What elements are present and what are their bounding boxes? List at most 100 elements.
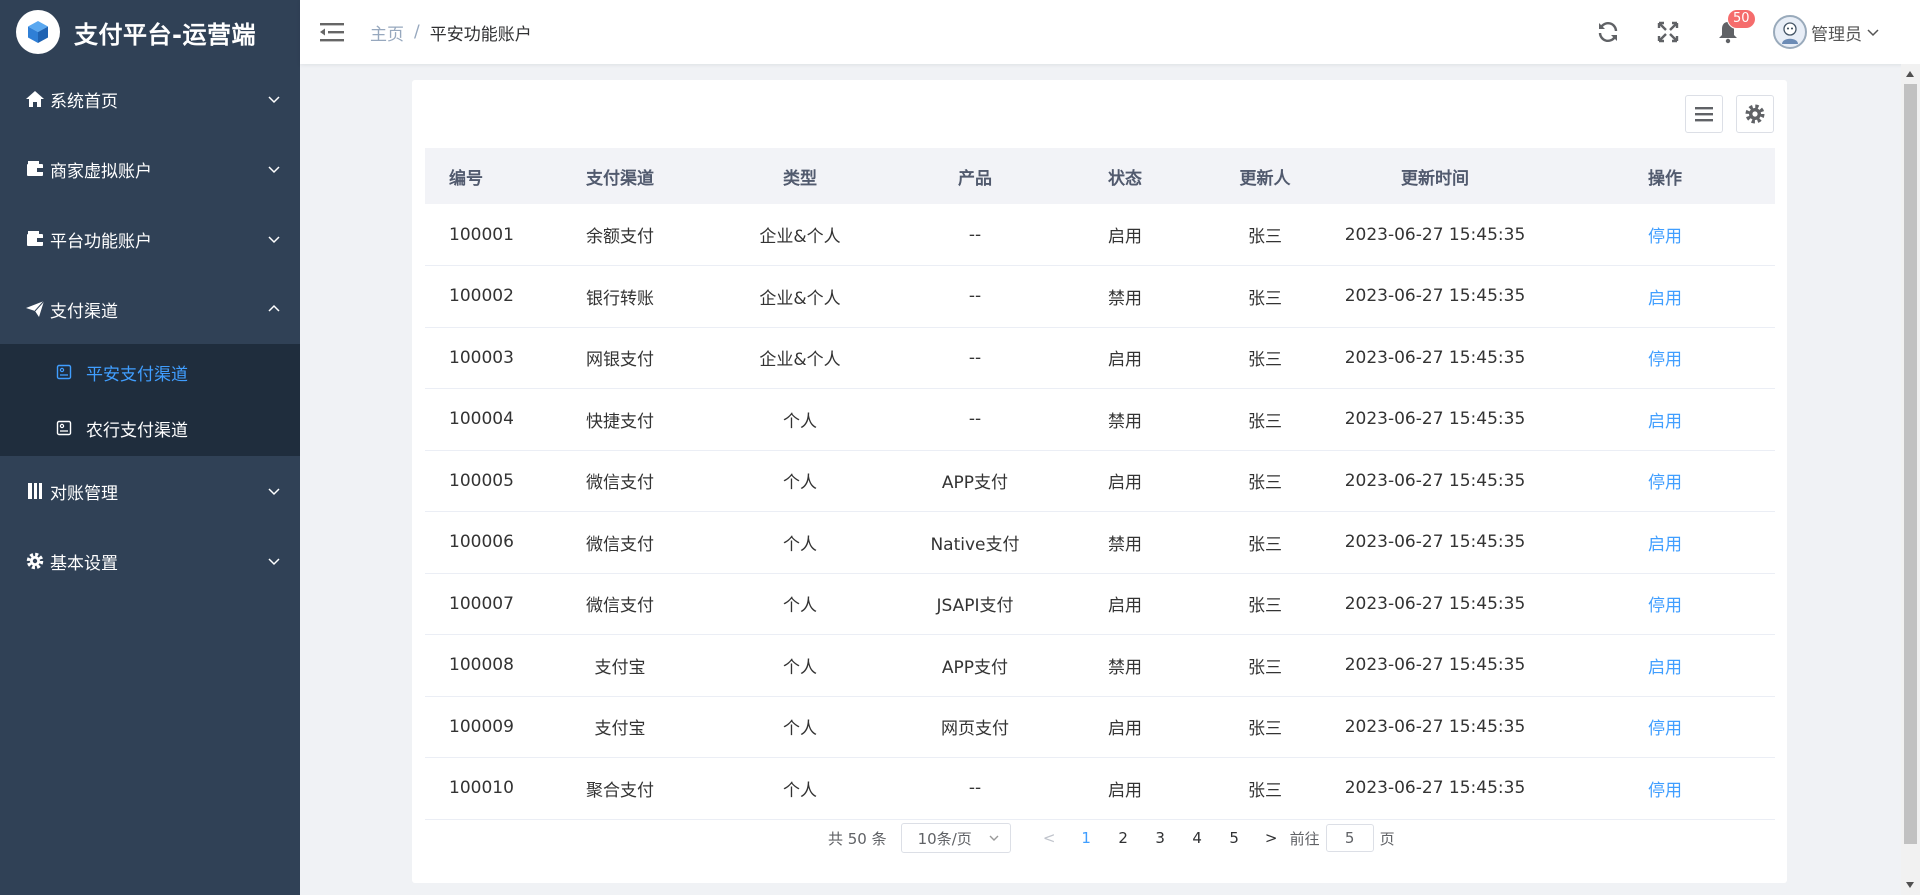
- cell-action: 停用: [1555, 327, 1775, 389]
- table-row: 100010 聚合支付 个人 -- 启用 张三 2023-06-27 15:45…: [425, 758, 1775, 819]
- cell-action: 启用: [1555, 389, 1775, 451]
- sidebar-item-abc-channel[interactable]: 农行支付渠道: [0, 400, 300, 456]
- vertical-scrollbar[interactable]: [1901, 64, 1920, 895]
- brand: 支付平台-运营端: [0, 0, 300, 64]
- cell-product: APP支付: [941, 657, 1009, 678]
- cell-time: 2023-06-27 15:45:35: [1344, 470, 1526, 491]
- sidebar-item-label: 商家虚拟账户: [50, 161, 152, 182]
- page-number[interactable]: 4: [1179, 829, 1216, 847]
- chevron-down-icon: [266, 553, 282, 569]
- cell-time: 2023-06-27 15:45:35: [1344, 655, 1526, 676]
- goto-page-input[interactable]: [1325, 824, 1374, 852]
- cell-action: 停用: [1555, 696, 1775, 758]
- cell-id: 100010: [449, 778, 514, 799]
- cell-type: 个人: [783, 534, 817, 555]
- sidebar-item-basic-settings[interactable]: 基本设置: [0, 526, 300, 596]
- table-row: 100007 微信支付 个人 JSAPI支付 启用 张三 2023-06-27 …: [425, 573, 1775, 635]
- sidebar-item-pingan-channel[interactable]: 平安支付渠道: [0, 344, 300, 400]
- cell-status: 启用: [1108, 350, 1142, 371]
- wallet-icon: [24, 228, 46, 250]
- prev-page-button[interactable]: <: [1031, 829, 1068, 847]
- cell-channel: 余额支付: [586, 227, 654, 247]
- sidebar-item-home[interactable]: 系统首页: [0, 64, 300, 134]
- toggle-status-link[interactable]: 启用: [1648, 535, 1682, 555]
- cell-channel: 聚合支付: [586, 780, 654, 801]
- scrollbar-thumb[interactable]: [1904, 84, 1917, 844]
- scroll-down-arrow-icon[interactable]: [1906, 882, 1914, 888]
- chevron-down-icon: [988, 832, 1000, 844]
- cell-type: 个人: [783, 657, 817, 678]
- gear-icon: [24, 550, 46, 572]
- cell-channel: 微信支付: [586, 473, 654, 494]
- cell-updater: 张三: [1248, 288, 1282, 309]
- chevron-down-icon: [266, 483, 282, 499]
- cell-updater: 张三: [1248, 719, 1282, 740]
- menu-toggle-icon[interactable]: [318, 20, 346, 44]
- send-icon: [24, 298, 46, 320]
- page-number[interactable]: 5: [1216, 829, 1253, 847]
- cell-id: 100009: [449, 716, 514, 737]
- cell-type: 个人: [783, 411, 817, 432]
- cell-status: 启用: [1108, 719, 1142, 740]
- cell-id: 100007: [449, 593, 514, 614]
- toggle-status-link[interactable]: 启用: [1648, 658, 1682, 678]
- cell-action: 启用: [1555, 635, 1775, 697]
- sidebar-item-merchant-account[interactable]: 商家虚拟账户: [0, 134, 300, 204]
- page-number[interactable]: 3: [1142, 829, 1179, 847]
- cell-action: 启用: [1555, 512, 1775, 574]
- app-title: 支付平台-运营端: [74, 20, 256, 49]
- cell-product: --: [968, 778, 982, 799]
- document-icon: [56, 363, 74, 381]
- cell-updater: 张三: [1248, 473, 1282, 494]
- cell-type: 个人: [783, 596, 817, 617]
- toggle-status-link[interactable]: 停用: [1648, 473, 1682, 493]
- sidebar-item-platform-account[interactable]: 平台功能账户: [0, 204, 300, 274]
- settings-button[interactable]: [1736, 95, 1774, 133]
- cell-type: 企业&个人: [759, 288, 841, 309]
- cell-updater: 张三: [1248, 596, 1282, 617]
- cell-id: 100006: [449, 532, 514, 553]
- toggle-status-link[interactable]: 停用: [1648, 596, 1682, 616]
- bell-icon[interactable]: 50: [1713, 9, 1756, 47]
- user-menu[interactable]: 管理员: [1773, 15, 1880, 49]
- table-row: 100009 支付宝 个人 网页支付 启用 张三 2023-06-27 15:4…: [425, 696, 1775, 758]
- sidebar-item-reconciliation[interactable]: 对账管理: [0, 456, 300, 526]
- toggle-status-link[interactable]: 启用: [1648, 289, 1682, 309]
- cell-updater: 张三: [1248, 411, 1282, 432]
- cell-product: --: [968, 224, 982, 245]
- toggle-status-link[interactable]: 停用: [1648, 781, 1682, 801]
- table-row: 100003 网银支付 企业&个人 -- 启用 张三 2023-06-27 15…: [425, 327, 1775, 389]
- page-size-select[interactable]: 10条/页: [900, 823, 1011, 853]
- cell-channel: 支付宝: [594, 719, 646, 740]
- page-suffix: 页: [1379, 829, 1395, 848]
- scroll-up-arrow-icon[interactable]: [1906, 71, 1914, 77]
- breadcrumb-home[interactable]: 主页: [370, 20, 404, 45]
- cell-id: 100003: [449, 347, 514, 368]
- content-card: 编号 支付渠道 类型 产品 状态 更新人 更新时间 操作 100001 余额支付…: [412, 80, 1787, 883]
- submenu-item-label: 农行支付渠道: [86, 420, 188, 441]
- column-header: 状态: [1108, 168, 1142, 189]
- cube-logo-icon: [16, 10, 60, 54]
- toggle-status-link[interactable]: 停用: [1648, 350, 1682, 370]
- cell-action: 启用: [1555, 266, 1775, 328]
- cell-time: 2023-06-27 15:45:35: [1344, 286, 1526, 307]
- column-list-button[interactable]: [1685, 95, 1723, 133]
- page-number[interactable]: 2: [1105, 829, 1142, 847]
- wallet-icon: [24, 158, 46, 180]
- goto-label: 前往: [1289, 829, 1320, 848]
- toggle-status-link[interactable]: 停用: [1648, 719, 1682, 739]
- notification-badge: 50: [1727, 9, 1756, 29]
- sidebar-item-payment-channel[interactable]: 支付渠道: [0, 274, 300, 344]
- fullscreen-icon[interactable]: [1653, 17, 1683, 47]
- next-page-button[interactable]: >: [1253, 829, 1290, 847]
- toggle-status-link[interactable]: 停用: [1648, 227, 1682, 247]
- refresh-icon[interactable]: [1593, 17, 1623, 47]
- table-row: 100001 余额支付 企业&个人 -- 启用 张三 2023-06-27 15…: [425, 204, 1775, 266]
- book-icon: [24, 480, 46, 502]
- chevron-down-icon: [1866, 25, 1880, 39]
- cell-updater: 张三: [1248, 780, 1282, 801]
- sidebar: 支付平台-运营端 系统首页 商家虚拟账户 平台功能账户 支付渠道 平安支付渠道 …: [0, 0, 300, 895]
- page-number[interactable]: 1: [1068, 829, 1105, 847]
- chevron-down-icon: [266, 91, 282, 107]
- toggle-status-link[interactable]: 启用: [1648, 412, 1682, 432]
